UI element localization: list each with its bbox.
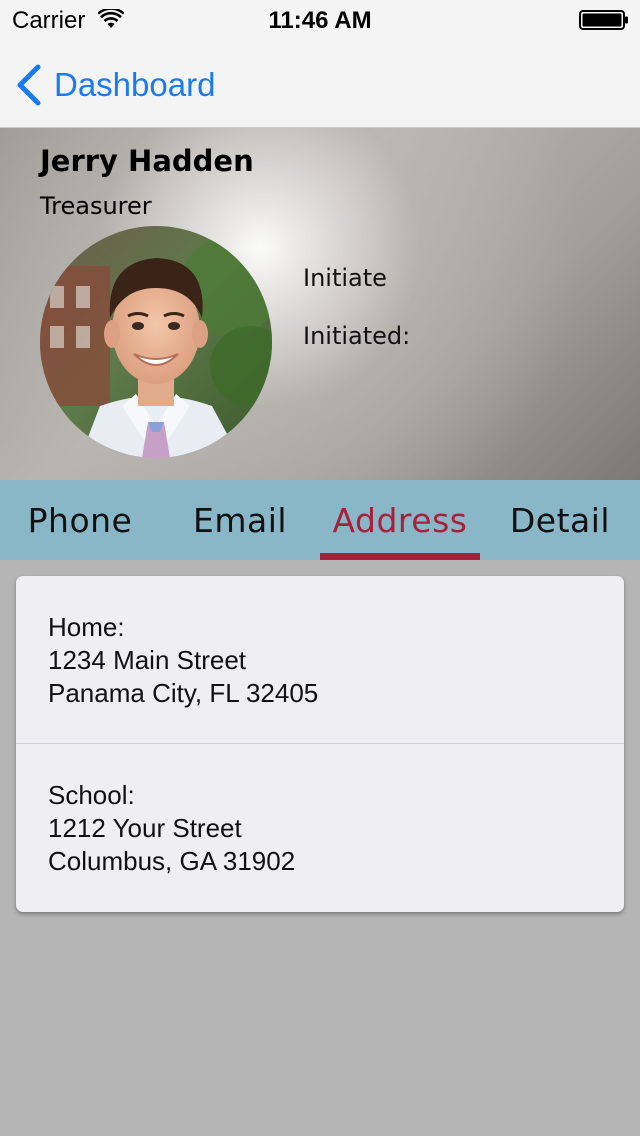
tab-label: Email [192,500,288,540]
initiated-label: Initiated: [303,322,411,350]
tab-label: Phone [27,500,133,540]
active-tab-indicator [320,553,480,560]
address-card: Home: 1234 Main Street Panama City, FL 3… [16,576,624,912]
school-address-line2: Columbus, GA 31902 [48,846,296,876]
school-address-line1: 1212 Your Street [48,813,242,843]
home-address-line1: 1234 Main Street [48,645,247,675]
back-button-label: Dashboard [54,66,216,103]
school-address-label: School: [48,780,135,810]
home-address-line2: Panama City, FL 32405 [48,678,319,708]
tab-phone[interactable]: Phone [0,480,160,560]
initiate-label: Initiate [303,264,387,292]
top-chrome: Carrier 11:46 AM Dashboard [0,0,640,128]
member-name: Jerry Hadden [40,144,254,178]
tab-email[interactable]: Email [160,480,320,560]
status-time: 11:46 AM [268,7,372,34]
back-button[interactable]: Dashboard [14,62,215,108]
tab-address[interactable]: Address [320,480,480,560]
battery-icon [579,10,628,30]
status-bar: Carrier 11:46 AM [0,0,640,40]
school-address[interactable]: School: 1212 Your Street Columbus, GA 31… [16,744,624,911]
tab-label: Detail [509,500,611,540]
member-role: Treasurer [40,192,152,220]
home-address[interactable]: Home: 1234 Main Street Panama City, FL 3… [16,576,624,743]
profile-header: Jerry Hadden Treasurer Initiate Initiate… [0,128,640,480]
navigation-bar: Dashboard [0,40,640,128]
tab-detail[interactable]: Detail [480,480,640,560]
tab-label: Address [332,500,468,540]
home-address-label: Home: [48,612,125,642]
avatar-photo [40,226,272,458]
chevron-left-icon [17,64,41,106]
tab-bar: Phone Email Address Detail [0,480,640,560]
avatar [40,226,272,458]
